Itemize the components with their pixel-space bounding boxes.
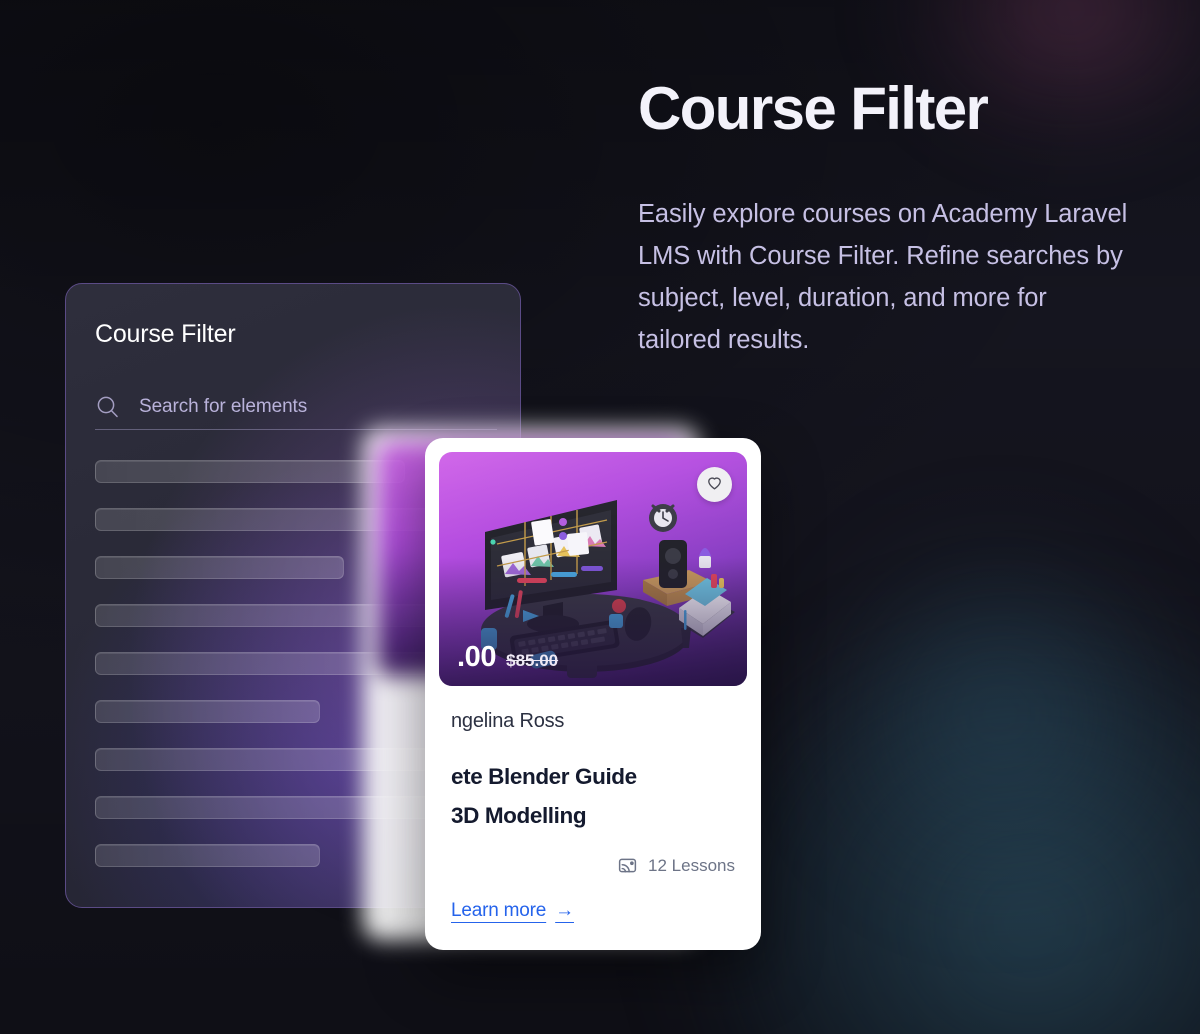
- learn-more-label: Learn more: [451, 900, 547, 921]
- filter-skeleton-row: [95, 844, 321, 867]
- learn-more-link[interactable]: Learn more →: [451, 900, 574, 922]
- heart-icon: [705, 473, 724, 497]
- filter-skeleton-row: [95, 460, 405, 483]
- original-price: $85.00: [506, 651, 559, 670]
- course-card[interactable]: .00 $85.00 ngelina Ross ete Blender Guid…: [425, 438, 761, 950]
- search-field[interactable]: Search for elements: [95, 384, 497, 430]
- search-input-placeholder[interactable]: Search for elements: [139, 396, 307, 418]
- background-glow-teal-secondary: [740, 454, 1200, 974]
- instructor-name: ngelina Ross: [451, 710, 565, 732]
- lessons-meta: 12 Lessons: [451, 855, 735, 876]
- screenshot-stage: Course Filter Easily explore courses on …: [0, 0, 1200, 1034]
- favorite-button[interactable]: [697, 467, 732, 502]
- lessons-count: 12 Lessons: [648, 855, 735, 875]
- cast-screen-icon: [617, 855, 638, 876]
- hero-description: Easily explore courses on Academy Larave…: [638, 200, 1128, 355]
- price-row: .00 $85.00: [457, 641, 558, 674]
- course-title-line-1: ete Blender Guide: [451, 764, 637, 789]
- course-card-body: ngelina Ross ete Blender Guide 3D Modell…: [439, 686, 747, 876]
- course-thumbnail: .00 $85.00: [439, 452, 747, 686]
- filter-skeleton-row: [95, 700, 321, 723]
- arrow-right-icon: →: [555, 900, 574, 921]
- current-price: .00: [457, 641, 497, 673]
- course-title-line-2: 3D Modelling: [451, 803, 587, 828]
- search-icon: [95, 394, 121, 420]
- hero-section: Course Filter Easily explore courses on …: [638, 78, 1138, 361]
- filter-panel-title: Course Filter: [95, 320, 236, 348]
- page-title: Course Filter: [638, 75, 989, 142]
- filter-skeleton-row: [95, 556, 345, 579]
- course-title: ete Blender Guide 3D Modelling: [451, 757, 735, 835]
